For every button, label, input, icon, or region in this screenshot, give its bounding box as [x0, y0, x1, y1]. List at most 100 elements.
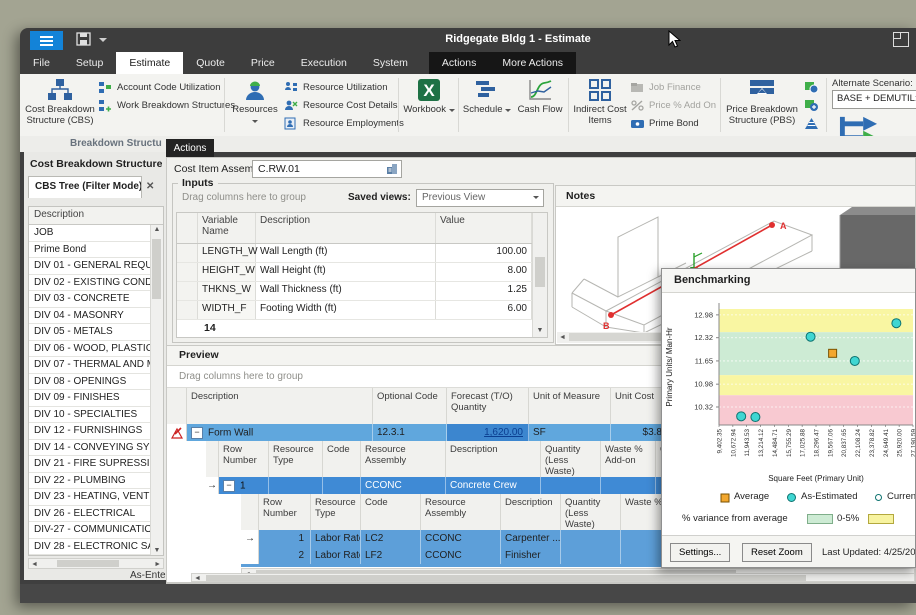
menu-actions[interactable]: Actions — [429, 52, 489, 74]
input-row[interactable]: WIDTH_F Footing Width (ft) 6.00 — [177, 301, 547, 320]
saved-views-select[interactable]: Previous View — [416, 189, 544, 207]
col-waste[interactable]: Waste % — [621, 494, 666, 530]
resource-utilization-item[interactable]: Resource Utilization — [284, 78, 396, 96]
inputs-vertical-scrollbar[interactable]: ▼ — [532, 213, 547, 337]
input-row[interactable]: THKNS_W Wall Thickness (ft) 1.25 — [177, 282, 547, 301]
menu-file[interactable]: File — [20, 52, 63, 74]
cbs-tree-row[interactable]: DIV 14 - CONVEYING SYSTEMS — [29, 440, 151, 457]
col-quantity[interactable]: Quantity (Less Waste) — [541, 441, 601, 477]
scroll-right-icon[interactable]: ► — [154, 560, 161, 569]
cash-flow-button[interactable]: Cash Flow — [514, 76, 566, 115]
cbs-tree-row[interactable]: DIV 12 - FURNISHINGS — [29, 423, 151, 440]
menu-more-actions[interactable]: More Actions — [489, 52, 576, 74]
menu-price[interactable]: Price — [238, 52, 288, 74]
cost-item-assembly-input[interactable]: C.RW.01 — [252, 160, 402, 178]
menu-system[interactable]: System — [360, 52, 421, 74]
scrollbar-thumb[interactable] — [535, 257, 545, 287]
col-description[interactable]: Description — [256, 213, 436, 243]
account-code-utilization-item[interactable]: Account Code Utilization — [98, 78, 222, 96]
scrollbar-thumb[interactable] — [57, 560, 119, 567]
cbs-tree-row[interactable]: DIV 04 - MASONRY — [29, 308, 151, 325]
col-row-number[interactable]: Row Number — [219, 441, 269, 477]
benchmarking-scatter-chart[interactable]: 12.9812.3211.6510.9810.329,402.3510,672.… — [662, 295, 916, 487]
cbs-tree-row[interactable]: DIV-27 - COMMUNICATIONS — [29, 522, 151, 539]
resource-cost-details-item[interactable]: Resource Cost Details — [284, 96, 396, 114]
collapse-expander[interactable]: − — [191, 427, 203, 439]
save-dropdown-caret[interactable] — [99, 38, 107, 42]
cbs-tree-row[interactable]: DIV 10 - SPECIALTIES — [29, 407, 151, 424]
menu-execution[interactable]: Execution — [288, 52, 360, 74]
cbs-tree-row[interactable]: DIV 05 - METALS — [29, 324, 151, 341]
scroll-up-icon[interactable]: ▲ — [151, 225, 163, 234]
menu-quote[interactable]: Quote — [183, 52, 238, 74]
col-optional-code[interactable]: Optional Code — [373, 388, 447, 424]
resources-button[interactable]: Resources — [228, 76, 282, 126]
cbs-tree-row[interactable]: DIV 23 - HEATING, VENTILA... — [29, 489, 151, 506]
scroll-down-icon[interactable]: ▼ — [533, 326, 547, 335]
col-resource-assembly[interactable]: Resource Assembly — [421, 494, 501, 530]
cbs-tree-row[interactable]: DIV 06 - WOOD, PLASTICS &... — [29, 341, 151, 358]
preview-horizontal-scrollbar[interactable]: ◄ — [191, 573, 915, 582]
col-description[interactable]: Description — [187, 388, 373, 424]
col-quantity[interactable]: Quantity (Less Waste) — [561, 494, 621, 530]
hamburger-menu-button[interactable] — [30, 31, 63, 50]
reset-zoom-button[interactable]: Reset Zoom — [742, 543, 812, 562]
pbs-button[interactable]: Price Breakdown Structure (PBS) — [724, 76, 800, 126]
indirect-cost-items-button[interactable]: Indirect Cost Items — [572, 76, 628, 126]
col-waste[interactable]: Waste % Add-on — [601, 441, 656, 477]
pbs-tool-3[interactable] — [804, 114, 824, 132]
sidebar-horizontal-scrollbar[interactable]: ◄ ► — [28, 558, 164, 569]
cbs-tree-tab[interactable]: CBS Tree (Filter Mode) — [28, 176, 142, 198]
work-breakdown-structures-item[interactable]: Work Breakdown Structures — [98, 96, 222, 114]
sidebar-vertical-scrollbar[interactable]: ▲ ▼ — [150, 225, 163, 555]
col-resource-assembly[interactable]: Resource Assembly — [361, 441, 446, 477]
input-row[interactable]: HEIGHT_W Wall Height (ft) 8.00 — [177, 263, 547, 282]
cbs-tree-row[interactable]: DIV 08 - OPENINGS — [29, 374, 151, 391]
cbs-tree-row[interactable]: DIV 09 - FINISHES — [29, 390, 151, 407]
actions-tab[interactable]: Actions — [166, 139, 214, 157]
cbs-tree-row[interactable]: JOB — [29, 225, 151, 242]
input-row[interactable]: LENGTH_W Wall Length (ft) 100.00 — [177, 244, 547, 263]
tab-close-icon[interactable]: ✕ — [146, 181, 154, 192]
col-row-number[interactable]: Row Number — [259, 494, 311, 530]
cbs-tree-row[interactable]: DIV 02 - EXISTING CONDITI... — [29, 275, 151, 292]
cbs-tree-row[interactable]: DIV 28 - ELECTRONIC SAFET... — [29, 539, 151, 556]
col-description[interactable]: Description — [446, 441, 541, 477]
col-code[interactable]: Code — [361, 494, 421, 530]
col-value[interactable]: Value — [436, 213, 532, 243]
scrollbar-thumb[interactable] — [152, 239, 161, 299]
scroll-left-icon[interactable]: ◄ — [194, 574, 201, 583]
window-layout-icon[interactable] — [893, 32, 909, 47]
alternate-scenario-select[interactable]: BASE + DEMUTIL: Dem... — [832, 90, 916, 109]
assembly-lookup-icon[interactable] — [386, 163, 398, 178]
scrollbar-thumb[interactable] — [206, 575, 806, 581]
col-variable-name[interactable]: Variable Name — [198, 213, 256, 243]
cbs-tree-row[interactable]: DIV 03 - CONCRETE — [29, 291, 151, 308]
cbs-tree-row[interactable]: DIV 01 - GENERAL REQUIRE... — [29, 258, 151, 275]
cbs-tree-row[interactable]: DIV 26 - ELECTRICAL — [29, 506, 151, 523]
scroll-down-icon[interactable]: ▼ — [151, 546, 163, 555]
workbook-button[interactable]: X Workbook — [402, 76, 456, 115]
scroll-left-icon[interactable]: ◄ — [31, 560, 38, 569]
pbs-tool-2[interactable] — [804, 96, 824, 114]
cbs-button[interactable]: Cost Breakdown Structure (CBS) — [24, 76, 96, 126]
cbs-tree-row[interactable]: DIV 07 - THERMAL AND MOI... — [29, 357, 151, 374]
col-resource-type[interactable]: Resource Type — [311, 494, 361, 530]
cbs-tree-row[interactable]: DIV 21 - FIRE SUPRESSION — [29, 456, 151, 473]
pbs-tool-1[interactable] — [804, 78, 824, 96]
cbs-tree-row[interactable]: Prime Bond — [29, 242, 151, 259]
col-resource-type[interactable]: Resource Type — [269, 441, 323, 477]
col-description[interactable]: Description — [501, 494, 561, 530]
menu-estimate[interactable]: Estimate — [116, 52, 183, 74]
cbs-tree-row[interactable]: DIV 22 - PLUMBING — [29, 473, 151, 490]
resource-employments-item[interactable]: Resource Employments — [284, 114, 396, 132]
save-button[interactable] — [76, 32, 92, 47]
prime-bond-item[interactable]: Prime Bond — [630, 114, 718, 132]
schedule-button[interactable]: Schedule — [462, 76, 512, 115]
scroll-left-icon[interactable]: ◄ — [559, 333, 566, 342]
col-forecast-qty[interactable]: Forecast (T/O) Quantity — [447, 388, 529, 424]
settings-button[interactable]: Settings... — [670, 543, 730, 562]
menu-setup[interactable]: Setup — [63, 52, 116, 74]
col-unit-of-measure[interactable]: Unit of Measure — [529, 388, 611, 424]
collapse-expander[interactable]: − — [223, 480, 235, 492]
